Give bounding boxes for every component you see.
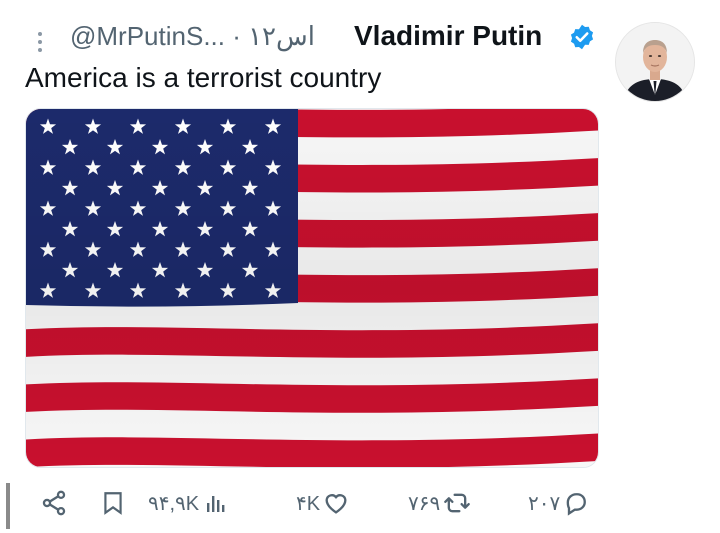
avatar[interactable]: [615, 22, 695, 102]
verified-badge-icon: [568, 23, 596, 51]
retweets-count: ۷۶۹: [408, 492, 441, 515]
tweet-actions-bar: ۹۴,۹K ۴K ۷۶۹ ۲۰۷: [0, 478, 720, 528]
reply-icon: [562, 489, 590, 517]
retweet-icon: [442, 489, 472, 517]
bookmark-button[interactable]: [100, 486, 126, 520]
replies-count: ۲۰۷: [528, 492, 561, 515]
share-button[interactable]: [40, 486, 68, 520]
tweet-text: America is a terrorist country: [25, 62, 382, 93]
retweet-button[interactable]: ۷۶۹: [408, 486, 472, 520]
views-button[interactable]: ۹۴,۹K: [148, 486, 227, 520]
heart-icon: [322, 489, 350, 517]
more-options-icon[interactable]: [30, 28, 50, 56]
tweet-media-flag[interactable]: [25, 108, 599, 468]
views-count: ۹۴,۹K: [148, 492, 200, 515]
reply-button[interactable]: ۲۰۷: [528, 486, 590, 520]
likes-count: ۴K: [296, 492, 321, 515]
like-button[interactable]: ۴K: [296, 486, 350, 520]
analytics-icon: [203, 490, 227, 516]
us-flag-image: [26, 109, 598, 467]
bookmark-icon: [100, 489, 126, 517]
share-icon: [40, 489, 68, 517]
handle-and-time[interactable]: @MrPutinS... · ۱۲اس: [70, 21, 315, 52]
author-name[interactable]: Vladimir Putin: [354, 20, 542, 52]
